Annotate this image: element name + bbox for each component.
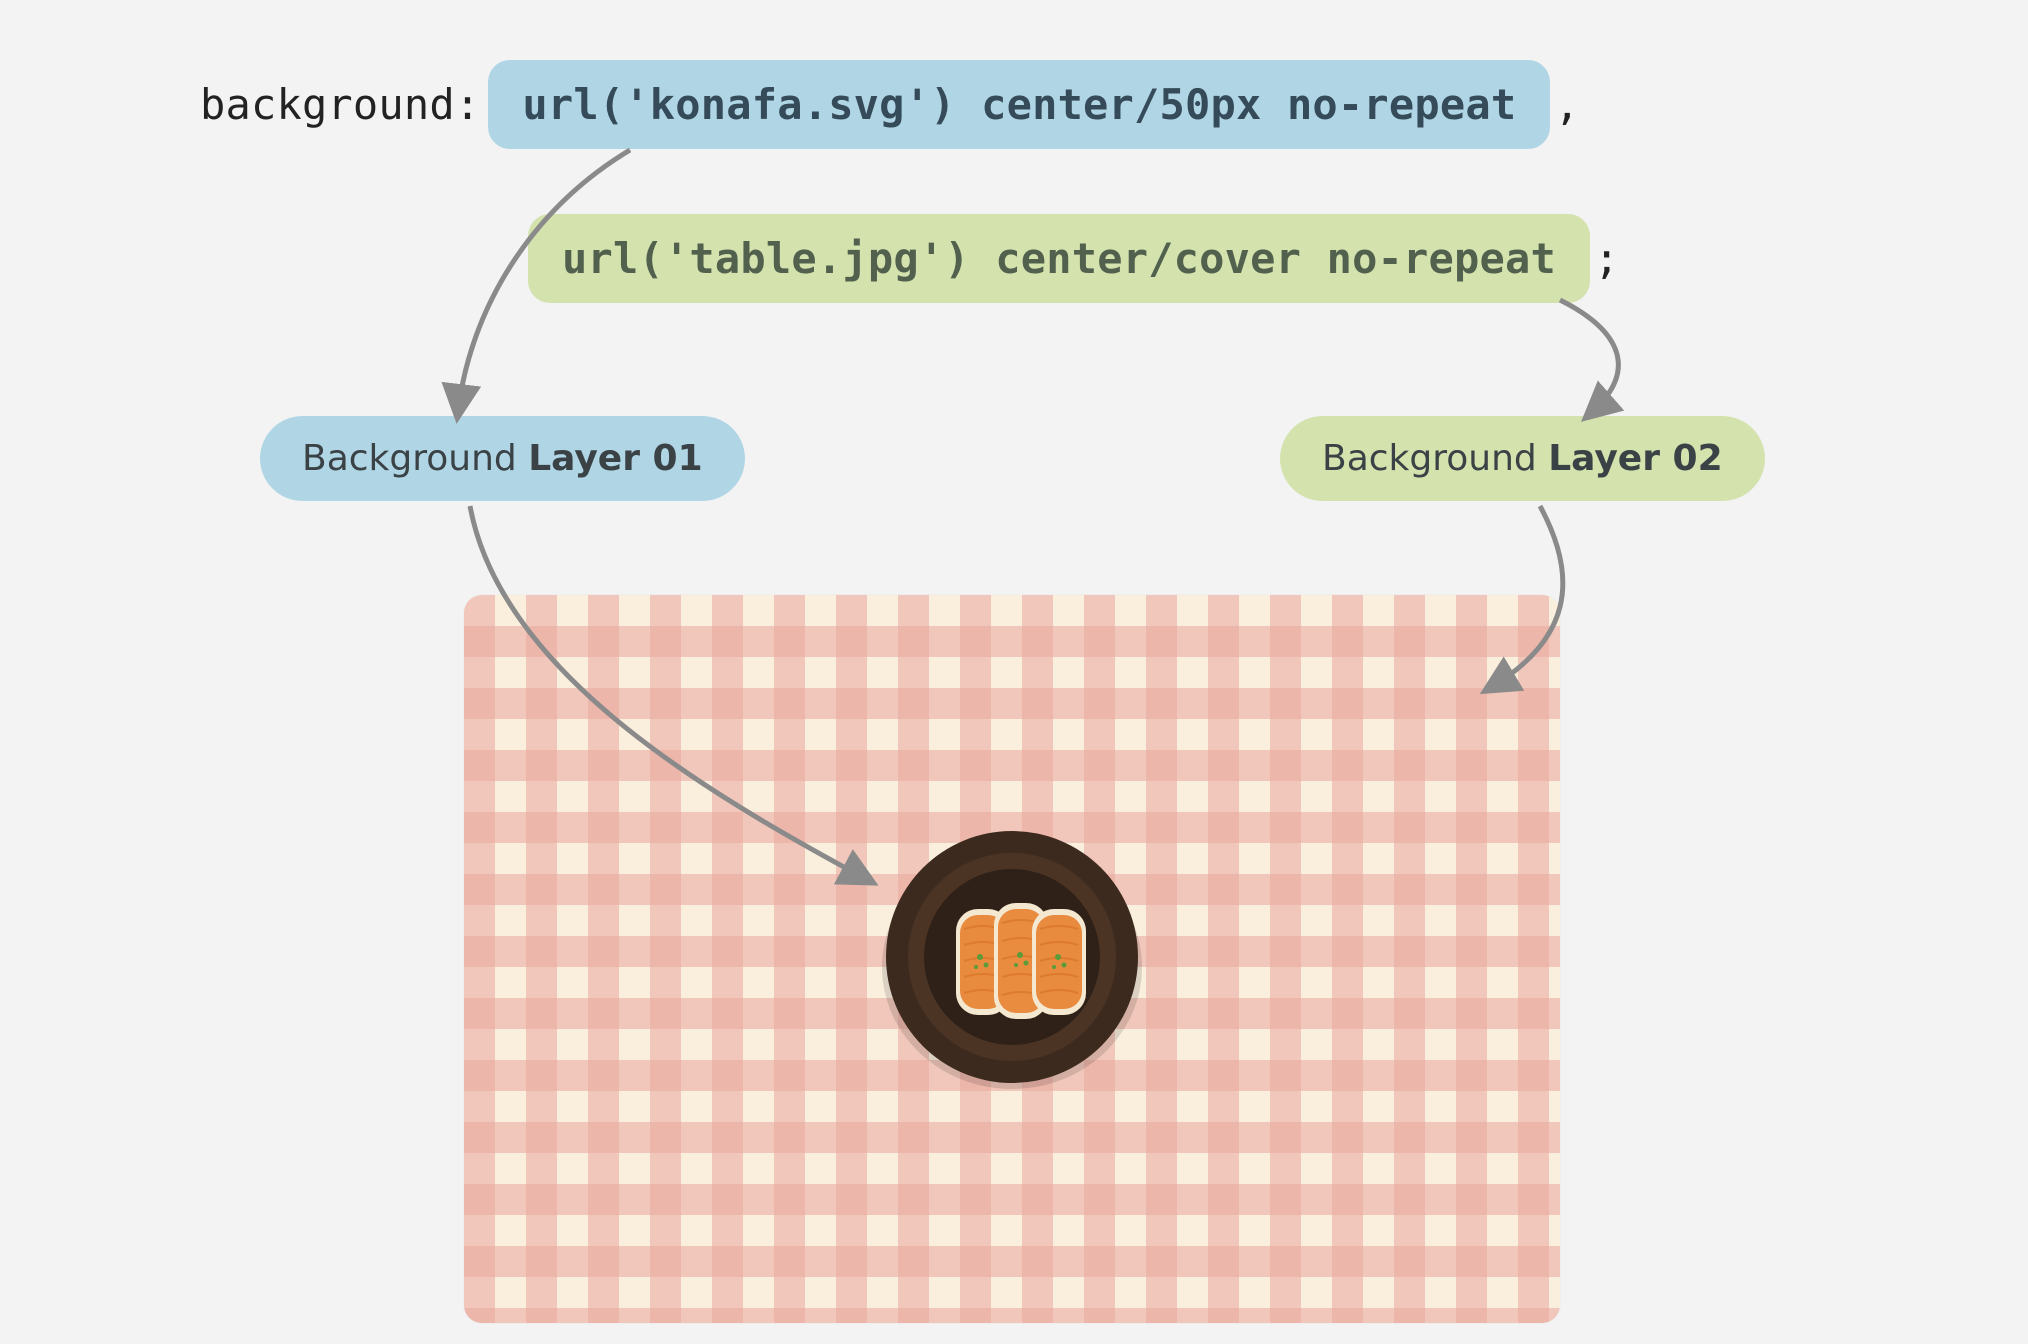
label-layer-1: Background Layer 01 (260, 416, 745, 501)
label-layer-1-bold: Layer 01 (528, 438, 702, 479)
plate-layer (872, 817, 1152, 1101)
code-pill-layer-1: url('konafa.svg') center/50px no-repeat (488, 60, 1550, 149)
semicolon: ; (1594, 234, 1620, 283)
arrow-code2-to-badge2 (1560, 300, 1618, 414)
code-line-1: background: url('konafa.svg') center/50p… (200, 60, 1580, 149)
background-preview (464, 595, 1560, 1323)
comma-separator: , (1554, 80, 1580, 129)
label-layer-2-bold: Layer 02 (1548, 438, 1722, 479)
konafa-plate-icon (872, 817, 1152, 1097)
code-line-2: url('table.jpg') center/cover no-repeat … (528, 214, 1619, 303)
css-property-label: background: (200, 80, 488, 129)
diagram-canvas: background: url('konafa.svg') center/50p… (0, 0, 2028, 1344)
label-layer-2-prefix: Background (1322, 438, 1548, 479)
label-layer-2: Background Layer 02 (1280, 416, 1765, 501)
label-layer-1-prefix: Background (302, 438, 528, 479)
code-pill-layer-2: url('table.jpg') center/cover no-repeat (528, 214, 1590, 303)
